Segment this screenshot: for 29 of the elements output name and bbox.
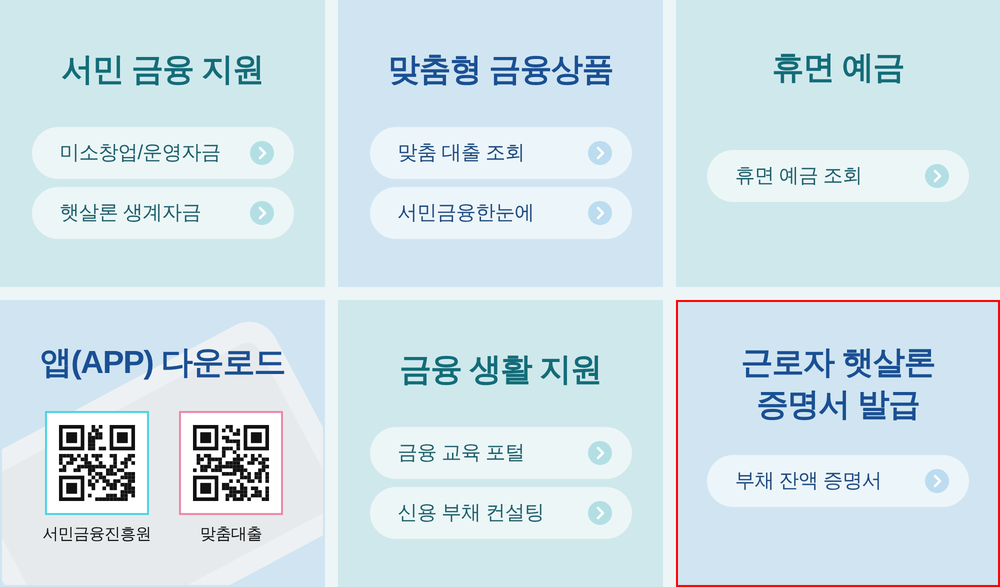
chevron-right-icon bbox=[925, 164, 949, 188]
chevron-right-icon bbox=[588, 501, 612, 525]
chevron-right-icon bbox=[925, 468, 949, 492]
chevron-right-icon bbox=[588, 141, 612, 165]
chevron-right-icon bbox=[250, 201, 274, 225]
link-button[interactable]: 미소창업/운영자금 bbox=[32, 127, 294, 179]
card-title: 서민 금융 지원 bbox=[62, 50, 264, 89]
qr-label: 서민금융진흥원 bbox=[42, 524, 151, 544]
link-button[interactable]: 서민금융한눈에 bbox=[370, 187, 632, 239]
card-title: 앱(APP) 다운로드 bbox=[40, 342, 285, 382]
qr-frame[interactable] bbox=[44, 410, 148, 514]
chevron-right-icon bbox=[588, 201, 612, 225]
qr-code-icon bbox=[58, 424, 134, 500]
link-button[interactable]: 휴면 예금 조회 bbox=[707, 150, 969, 202]
card-title: 금융 생활 지원 bbox=[400, 350, 602, 389]
qr-label: 맞춤대출 bbox=[200, 524, 262, 544]
card-title: 휴면 예금 bbox=[772, 48, 904, 86]
qr-code-icon bbox=[192, 424, 269, 500]
link-button[interactable]: 금융 교육 포털 bbox=[370, 427, 632, 479]
chevron-right-icon bbox=[250, 141, 274, 165]
card-title: 증명서 발급 bbox=[756, 384, 920, 424]
link-button[interactable]: 햇살론 생계자금 bbox=[32, 187, 294, 239]
card-title: 근로자 햇살론 bbox=[741, 342, 935, 382]
card-title: 맞춤형 금융상품 bbox=[388, 50, 613, 89]
link-button[interactable]: 맞춤 대출 조회 bbox=[370, 127, 632, 179]
qr-frame[interactable] bbox=[178, 410, 283, 514]
chevron-right-icon bbox=[588, 441, 612, 465]
link-button[interactable]: 신용 부채 컨설팅 bbox=[370, 487, 632, 539]
link-button[interactable]: 부채 잔액 증명서 bbox=[707, 454, 969, 506]
